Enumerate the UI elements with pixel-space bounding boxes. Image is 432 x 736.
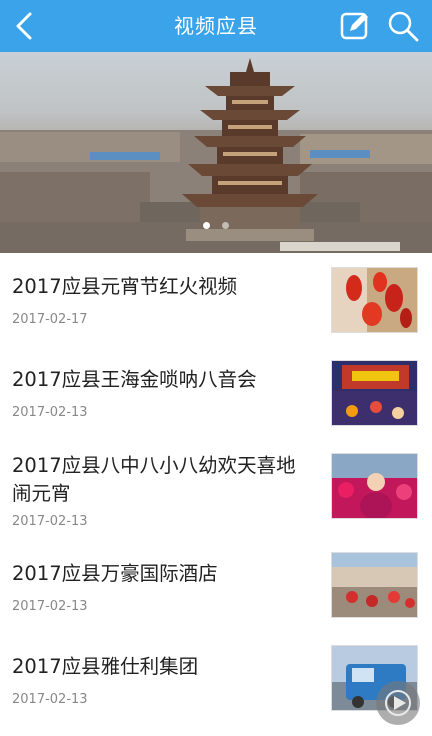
video-thumbnail xyxy=(331,360,418,426)
video-title: 2017应县八中八小八幼欢天喜地闹元宵 xyxy=(12,454,296,505)
video-title: 2017应县万豪国际酒店 xyxy=(12,562,218,585)
video-date: 2017-02-17 xyxy=(12,312,88,327)
play-circle-icon xyxy=(385,690,411,716)
search-button[interactable] xyxy=(386,9,420,43)
video-date: 2017-02-13 xyxy=(12,514,88,529)
edit-icon xyxy=(340,12,368,40)
video-thumbnail xyxy=(331,267,418,333)
list-item[interactable]: 2017应县八中八小八幼欢天喜地闹元宵 2017-02-13 xyxy=(0,439,432,540)
list-item[interactable]: 2017应县王海金唢呐八音会 2017-02-13 xyxy=(0,346,432,439)
video-thumbnail xyxy=(331,453,418,519)
video-thumbnail xyxy=(331,552,418,618)
carousel-dot-1[interactable] xyxy=(203,222,211,229)
video-title: 2017应县元宵节红火视频 xyxy=(12,275,238,298)
video-date: 2017-02-13 xyxy=(12,692,88,707)
list-item[interactable]: 2017应县万豪国际酒店 2017-02-13 xyxy=(0,540,432,633)
video-title: 2017应县王海金唢呐八音会 xyxy=(12,368,257,391)
carousel-dot-2[interactable] xyxy=(221,222,229,229)
video-date: 2017-02-13 xyxy=(12,405,88,420)
carousel-indicators xyxy=(0,214,432,233)
banner-carousel[interactable] xyxy=(0,52,432,253)
list-item[interactable]: 2017应县元宵节红火视频 2017-02-17 xyxy=(0,253,432,346)
search-icon xyxy=(388,11,419,42)
video-date: 2017-02-13 xyxy=(12,599,88,614)
list-item[interactable]: 2017应县雅仕利集团 2017-02-13 xyxy=(0,633,432,726)
top-navbar: 视频应县 xyxy=(0,0,432,52)
floating-play-button[interactable] xyxy=(376,681,420,725)
edit-button[interactable] xyxy=(338,9,372,43)
video-title: 2017应县雅仕利集团 xyxy=(12,655,199,678)
